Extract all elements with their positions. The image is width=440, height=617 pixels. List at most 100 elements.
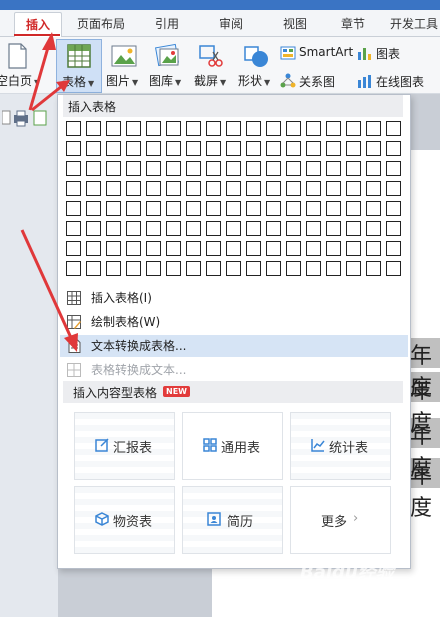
- grid-cell[interactable]: [286, 161, 301, 176]
- grid-cell[interactable]: [346, 161, 361, 176]
- gallery-button[interactable]: [154, 43, 182, 69]
- grid-cell[interactable]: [106, 261, 121, 276]
- grid-cell[interactable]: [286, 141, 301, 156]
- grid-cell[interactable]: [306, 201, 321, 216]
- grid-cell[interactable]: [186, 201, 201, 216]
- grid-cell[interactable]: [86, 201, 101, 216]
- grid-cell[interactable]: [66, 221, 81, 236]
- grid-cell[interactable]: [226, 261, 241, 276]
- grid-cell[interactable]: [286, 201, 301, 216]
- grid-cell[interactable]: [106, 141, 121, 156]
- grid-cell[interactable]: [206, 161, 221, 176]
- card-statistics-table[interactable]: 统计表: [290, 412, 391, 480]
- grid-cell[interactable]: [346, 181, 361, 196]
- grid-cell[interactable]: [186, 121, 201, 136]
- grid-cell[interactable]: [186, 221, 201, 236]
- grid-cell[interactable]: [126, 261, 141, 276]
- grid-cell[interactable]: [366, 261, 381, 276]
- grid-cell[interactable]: [146, 141, 161, 156]
- grid-cell[interactable]: [186, 181, 201, 196]
- grid-cell[interactable]: [66, 181, 81, 196]
- grid-cell[interactable]: [366, 141, 381, 156]
- grid-cell[interactable]: [386, 261, 401, 276]
- grid-cell[interactable]: [326, 241, 341, 256]
- tab-developer[interactable]: 开发工具: [390, 12, 440, 36]
- grid-cell[interactable]: [306, 121, 321, 136]
- grid-cell[interactable]: [226, 181, 241, 196]
- card-supplies-table[interactable]: 物资表: [74, 486, 175, 554]
- grid-cell[interactable]: [366, 181, 381, 196]
- card-more[interactable]: 更多 ›: [290, 486, 391, 554]
- card-general-table[interactable]: 通用表: [182, 412, 283, 480]
- grid-cell[interactable]: [366, 161, 381, 176]
- grid-cell[interactable]: [326, 201, 341, 216]
- grid-cell[interactable]: [186, 241, 201, 256]
- grid-cell[interactable]: [326, 161, 341, 176]
- grid-cell[interactable]: [66, 201, 81, 216]
- grid-cell[interactable]: [86, 161, 101, 176]
- grid-cell[interactable]: [306, 261, 321, 276]
- grid-cell[interactable]: [246, 121, 261, 136]
- grid-cell[interactable]: [386, 141, 401, 156]
- grid-cell[interactable]: [206, 181, 221, 196]
- grid-cell[interactable]: [186, 261, 201, 276]
- grid-cell[interactable]: [326, 141, 341, 156]
- grid-cell[interactable]: [206, 201, 221, 216]
- grid-cell[interactable]: [246, 181, 261, 196]
- tab-review[interactable]: 审阅: [206, 12, 256, 36]
- grid-cell[interactable]: [246, 161, 261, 176]
- grid-cell[interactable]: [166, 181, 181, 196]
- grid-cell[interactable]: [66, 121, 81, 136]
- tab-chapter[interactable]: 章节: [328, 12, 378, 36]
- grid-cell[interactable]: [106, 181, 121, 196]
- card-report-table[interactable]: 汇报表: [74, 412, 175, 480]
- grid-cell[interactable]: [386, 201, 401, 216]
- grid-cell[interactable]: [246, 221, 261, 236]
- grid-cell[interactable]: [206, 241, 221, 256]
- grid-cell[interactable]: [386, 221, 401, 236]
- menu-text-to-table[interactable]: 文本转换成表格...: [60, 335, 408, 357]
- tab-references[interactable]: 引用: [142, 12, 192, 36]
- grid-cell[interactable]: [226, 141, 241, 156]
- grid-cell[interactable]: [306, 141, 321, 156]
- grid-cell[interactable]: [146, 201, 161, 216]
- grid-cell[interactable]: [206, 261, 221, 276]
- grid-cell[interactable]: [86, 181, 101, 196]
- grid-cell[interactable]: [286, 121, 301, 136]
- grid-cell[interactable]: [166, 201, 181, 216]
- grid-cell[interactable]: [266, 241, 281, 256]
- grid-cell[interactable]: [226, 201, 241, 216]
- grid-cell[interactable]: [106, 241, 121, 256]
- grid-cell[interactable]: [226, 241, 241, 256]
- grid-cell[interactable]: [346, 201, 361, 216]
- grid-cell[interactable]: [326, 221, 341, 236]
- tab-view[interactable]: 视图: [270, 12, 320, 36]
- grid-cell[interactable]: [226, 121, 241, 136]
- grid-cell[interactable]: [266, 221, 281, 236]
- grid-cell[interactable]: [286, 221, 301, 236]
- grid-cell[interactable]: [86, 141, 101, 156]
- grid-cell[interactable]: [126, 181, 141, 196]
- grid-cell[interactable]: [166, 261, 181, 276]
- grid-cell[interactable]: [266, 201, 281, 216]
- menu-insert-table[interactable]: 插入表格(I): [60, 287, 408, 309]
- grid-cell[interactable]: [366, 241, 381, 256]
- grid-cell[interactable]: [346, 261, 361, 276]
- grid-cell[interactable]: [266, 161, 281, 176]
- grid-cell[interactable]: [366, 221, 381, 236]
- grid-cell[interactable]: [246, 141, 261, 156]
- grid-cell[interactable]: [266, 121, 281, 136]
- grid-cell[interactable]: [346, 141, 361, 156]
- grid-cell[interactable]: [86, 121, 101, 136]
- grid-cell[interactable]: [146, 181, 161, 196]
- grid-cell[interactable]: [246, 241, 261, 256]
- grid-cell[interactable]: [146, 161, 161, 176]
- shape-button[interactable]: [242, 43, 270, 69]
- grid-cell[interactable]: [66, 141, 81, 156]
- grid-cell[interactable]: [86, 241, 101, 256]
- grid-cell[interactable]: [206, 221, 221, 236]
- grid-cell[interactable]: [206, 121, 221, 136]
- grid-cell[interactable]: [66, 161, 81, 176]
- grid-cell[interactable]: [166, 161, 181, 176]
- picture-button[interactable]: [110, 43, 138, 69]
